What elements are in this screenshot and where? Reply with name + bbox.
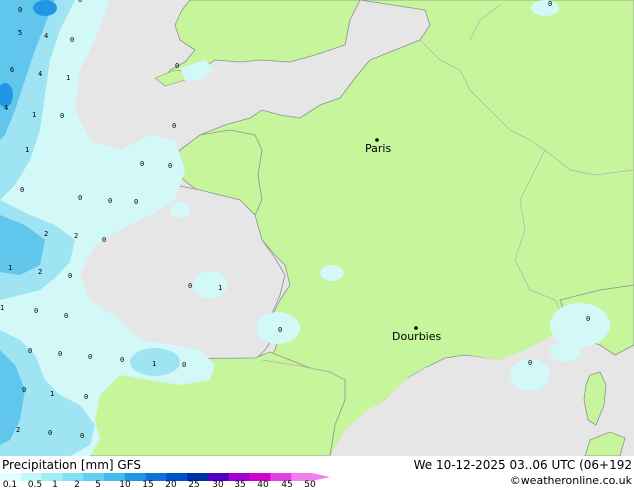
precip-value: 0 [60,112,64,120]
precip-value: 0 [175,62,179,70]
map-title: Precipitation [mm] GFS [2,458,141,472]
precip-value: 0 [22,386,26,394]
scale-label: 0.1 [2,480,18,490]
precip-value: 6 [10,66,14,74]
precip-value: 1 [32,111,36,119]
precip-value: 0 [84,393,88,401]
precip-value: 0 [548,0,552,8]
precip-value: 1 [25,146,29,154]
precip-value: 0 [528,359,532,367]
precip-value: 0 [172,122,176,130]
precipitation-map: 5 4 0 6 4 1 4 1 0 1 0 0 0 0 0 0 0 0 2 2 0 1 2 0 1 0 0 0 1 0 0 0 0 0 1 0 0 1 0 2… [0,0,634,456]
scale-label: 35 [234,480,246,490]
precip-value: 5 [18,29,22,37]
scale-label: 5 [95,480,101,490]
precip-value: 0 [102,236,106,244]
precip-value: 2 [74,232,78,240]
scale-label: 20 [165,480,177,490]
precip-value: 0 [28,347,32,355]
precip-value: 0 [182,361,186,369]
precip-value: 0 [188,282,192,290]
city-label-dourbies: Dourbies [392,330,442,343]
precip-value: 0 [64,312,68,320]
precip-value: 0 [278,326,282,334]
precip-value: 1 [50,390,54,398]
precip-value: 4 [38,70,42,78]
scale-label: 10 [119,480,131,490]
scale-label: 1 [52,480,58,490]
scale-label: 50 [304,480,316,490]
precip-value: 0 [78,0,82,4]
scale-label: 45 [281,480,293,490]
precip-value: 0 [168,162,172,170]
precip-value: 0 [586,315,590,323]
precip-value: 1 [152,360,156,368]
precip-value: 0 [68,272,72,280]
precip-value: 2 [16,426,20,434]
precip-value: 0 [134,198,138,206]
precip-value: 0 [48,429,52,437]
precip-value: 0 [108,197,112,205]
precip-value: 0 [18,6,22,14]
scale-label: 25 [188,480,200,490]
scale-label: 0.5 [27,480,43,490]
precip-value: 1 [218,284,222,292]
scale-label: 15 [142,480,154,490]
precip-value: 0 [88,353,92,361]
precip-value: 0 [78,194,82,202]
precip-value: 0 [58,350,62,358]
precip-value: 2 [38,268,42,276]
scale-label: 2 [74,480,80,490]
forecast-datetime: We 10-12-2025 03..06 UTC (06+192 [413,458,632,472]
precip-value: 4 [44,32,48,40]
precip-value: 1 [0,304,4,312]
precip-value: 0 [120,356,124,364]
precip-value: 1 [8,264,12,272]
site-credit: ©weatheronline.co.uk [509,474,632,487]
precip-value: 1 [66,74,70,82]
precip-value: 0 [34,307,38,315]
color-scale-labels: 0.1 0.5 1 2 5 10 15 20 25 30 35 40 45 50 [0,480,330,490]
scale-label: 40 [257,480,269,490]
precip-value: 2 [44,230,48,238]
map-footer: Precipitation [mm] GFS We 10-12-2025 03.… [0,456,634,490]
precip-value: 0 [20,186,24,194]
precip-value: 0 [140,160,144,168]
precip-value: 0 [70,36,74,44]
scale-label: 30 [212,480,224,490]
precip-value: 0 [80,432,84,440]
precip-value: 4 [4,104,8,112]
city-label-paris: Paris [365,142,391,155]
